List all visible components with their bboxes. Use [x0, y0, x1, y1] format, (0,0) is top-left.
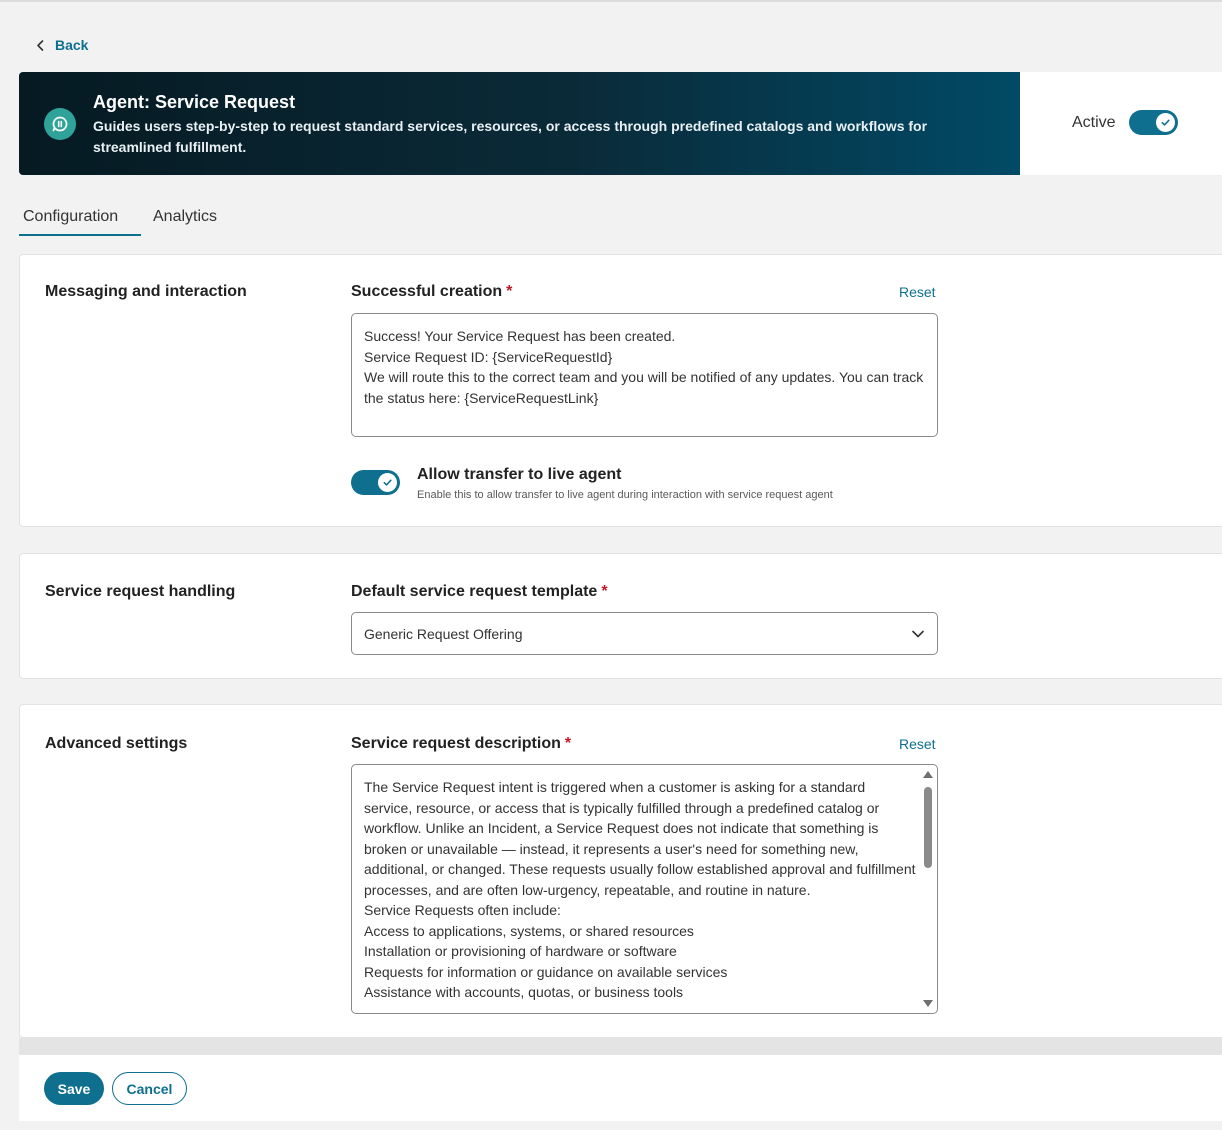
messaging-card: Messaging and interaction Successful cre…	[19, 254, 1222, 527]
reset-description-button[interactable]: Reset	[899, 736, 936, 752]
description-line: Requests for information or guidance on …	[364, 963, 728, 980]
field-label-text: Service request description	[351, 735, 561, 752]
message-line: Success! Your Service Request has been c…	[364, 328, 676, 344]
live-agent-transfer-toggle[interactable]	[351, 470, 400, 495]
description-line: Access to applications, systems, or shar…	[364, 922, 694, 939]
top-divider	[0, 0, 1222, 2]
field-label-successful-creation: Successful creation *	[351, 283, 512, 301]
footer-actions: Save Cancel	[19, 1055, 1222, 1121]
advanced-card: Advanced settings Service request descri…	[19, 704, 1222, 1038]
live-agent-transfer-subtitle: Enable this to allow transfer to live ag…	[417, 489, 833, 501]
scroll-down-arrow-icon[interactable]	[923, 1000, 933, 1007]
required-mark: *	[564, 735, 572, 752]
field-label-default-template: Default service request template *	[351, 583, 608, 601]
description-scrollbar[interactable]	[921, 767, 935, 1011]
required-mark: *	[601, 583, 608, 600]
description-line: Assistance with accounts, quotas, or bus…	[364, 984, 684, 1000]
section-title-messaging: Messaging and interaction	[45, 283, 247, 300]
tab-configuration[interactable]: Configuration	[23, 208, 118, 226]
successful-creation-textarea[interactable]: Success! Your Service Request has been c…	[351, 313, 938, 437]
agent-description: Guides users step-by-step to request sta…	[93, 118, 928, 155]
message-line: We will route this to the correct team a…	[364, 369, 924, 406]
check-icon	[378, 473, 397, 492]
agent-banner: Agent: Service Request Guides users step…	[19, 72, 1020, 175]
handling-card: Service request handling Default service…	[19, 553, 1222, 679]
description-content: The Service Request intent is triggered …	[364, 777, 916, 1003]
active-tab-indicator	[19, 234, 141, 236]
chat-bubble-icon	[44, 108, 76, 140]
cancel-button[interactable]: Cancel	[112, 1072, 187, 1105]
save-button[interactable]: Save	[44, 1072, 104, 1105]
field-label-text: Default service request template	[351, 583, 598, 600]
back-label: Back	[55, 37, 89, 53]
chevron-down-icon	[912, 630, 924, 638]
description-line: The Service Request intent is triggered …	[364, 779, 916, 898]
section-title-advanced: Advanced settings	[45, 735, 188, 752]
message-line: Service Request ID: {ServiceRequestId}	[364, 348, 613, 365]
live-agent-transfer-title: Allow transfer to live agent	[417, 466, 622, 483]
reset-successful-creation-button[interactable]: Reset	[899, 284, 936, 300]
field-label-description: Service request description *	[351, 735, 571, 753]
active-label: Active	[1072, 114, 1116, 131]
footer-divider	[19, 1038, 1222, 1055]
description-textarea[interactable]: The Service Request intent is triggered …	[351, 764, 938, 1014]
chevron-left-icon	[37, 39, 44, 51]
section-title-handling: Service request handling	[45, 583, 236, 600]
default-template-select[interactable]: Generic Request Offering	[351, 612, 938, 655]
required-mark: *	[506, 283, 513, 300]
check-icon	[1156, 113, 1175, 132]
agent-title: Agent: Service Request	[93, 92, 296, 112]
field-label-text: Successful creation	[351, 283, 503, 300]
scrollbar-thumb[interactable]	[924, 787, 932, 868]
active-toggle[interactable]	[1129, 110, 1178, 135]
description-line: Installation or provisioning of hardware…	[364, 943, 677, 959]
scroll-up-arrow-icon[interactable]	[923, 771, 933, 778]
status-panel: Active	[1020, 72, 1222, 175]
back-link[interactable]: Back	[34, 37, 88, 53]
select-value: Generic Request Offering	[364, 625, 523, 642]
tab-analytics[interactable]: Analytics	[153, 208, 217, 226]
description-line: Service Requests often include:	[364, 902, 561, 918]
